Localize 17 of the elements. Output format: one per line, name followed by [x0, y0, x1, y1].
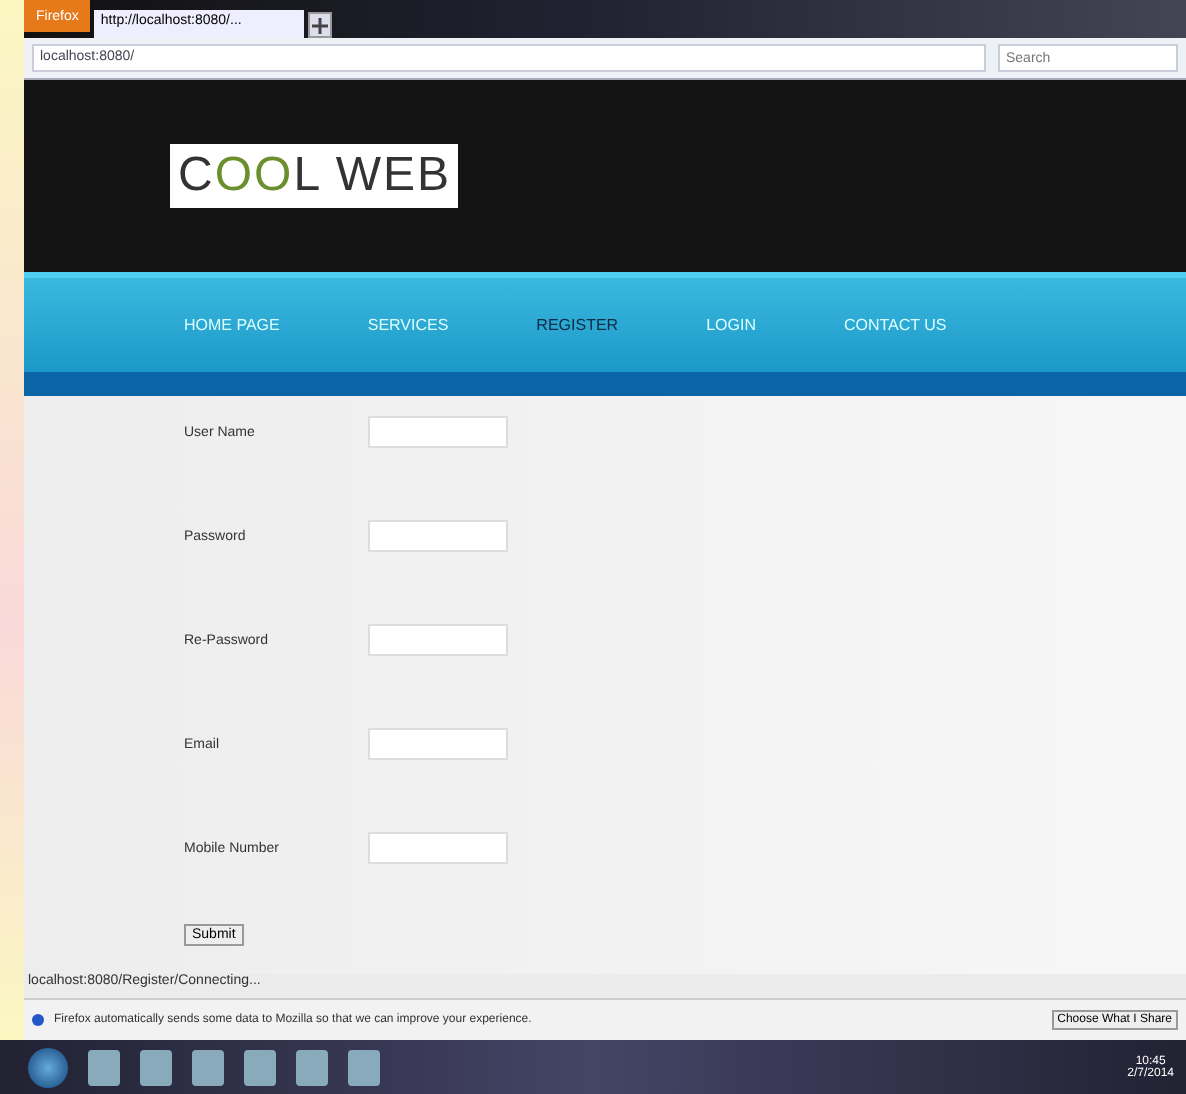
- input-field[interactable]: [368, 520, 508, 552]
- nav-link[interactable]: REGISTER: [536, 316, 619, 334]
- start-icon[interactable]: [28, 1047, 68, 1087]
- app-icon[interactable]: [140, 1049, 172, 1085]
- app-icon[interactable]: [244, 1049, 276, 1085]
- input-field[interactable]: [368, 832, 508, 864]
- input-field[interactable]: [368, 624, 508, 656]
- plus-icon: [312, 17, 329, 33]
- new-tab-button[interactable]: [308, 12, 333, 38]
- app-icon[interactable]: [296, 1049, 328, 1085]
- input-field[interactable]: [368, 416, 508, 448]
- app-icon[interactable]: [88, 1049, 120, 1085]
- info-icon: [32, 1014, 44, 1026]
- logo: COOL WEB: [170, 144, 459, 208]
- app-icon[interactable]: [348, 1049, 380, 1085]
- input-field[interactable]: [368, 728, 508, 760]
- app-icon[interactable]: [192, 1049, 224, 1085]
